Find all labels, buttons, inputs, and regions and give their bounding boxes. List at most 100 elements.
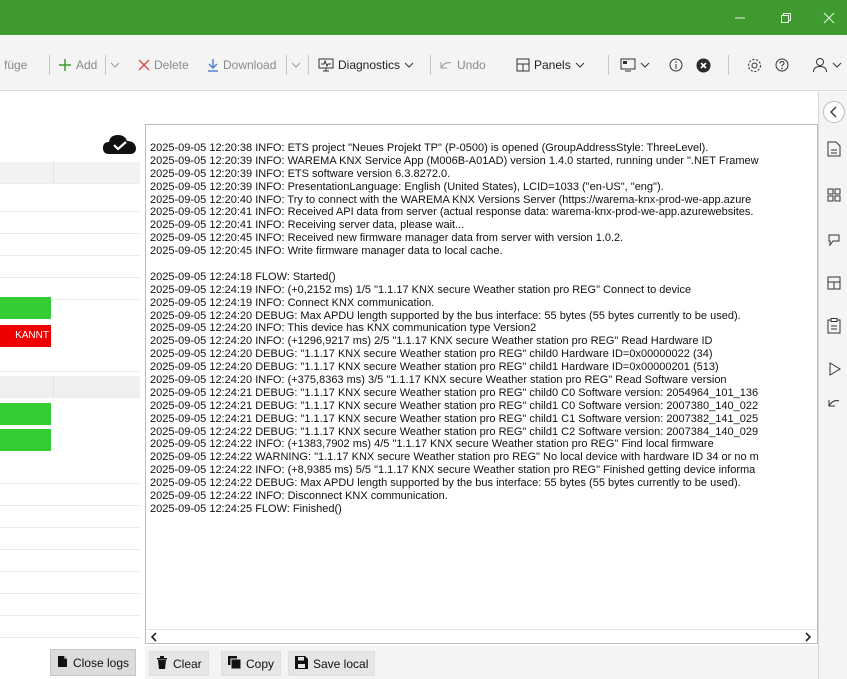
log-line: 2025-09-05 12:24:21 DEBUG: "1.1.17 KNX s… <box>150 412 759 425</box>
comment-icon <box>828 234 840 247</box>
properties-button[interactable] <box>823 138 845 160</box>
toolbar-separator <box>608 55 609 75</box>
table-row[interactable] <box>0 234 140 256</box>
download-dropdown[interactable] <box>291 55 301 75</box>
table-row[interactable] <box>0 484 140 506</box>
log-line: 2025-09-05 12:20:40 INFO: Try to connect… <box>150 193 752 206</box>
table-row[interactable] <box>0 190 140 212</box>
comments-button[interactable] <box>823 229 845 251</box>
toolbar-separator <box>430 55 431 75</box>
restore-button[interactable] <box>763 0 809 35</box>
toolbar-separator <box>105 55 106 75</box>
copy-button[interactable]: Copy <box>221 651 282 676</box>
table-row[interactable] <box>0 616 140 638</box>
download-button[interactable]: Download <box>207 55 276 75</box>
right-side-rail <box>818 92 847 679</box>
table-row[interactable] <box>0 550 140 572</box>
save-local-button[interactable]: Save local <box>288 651 376 676</box>
status-cell-ok <box>0 429 51 451</box>
panels-icon <box>827 276 841 290</box>
chevron-down-icon <box>110 60 120 70</box>
table-row[interactable] <box>0 506 140 528</box>
download-label: Download <box>223 58 277 72</box>
delete-x-icon <box>138 59 150 71</box>
log-line: 2025-09-05 12:24:25 FLOW: Finished() <box>150 502 342 515</box>
horizontal-scrollbar[interactable] <box>146 629 817 643</box>
panels-rail-button[interactable] <box>823 272 845 294</box>
help-button[interactable] <box>775 55 789 75</box>
log-line: 2025-09-05 12:20:39 INFO: WAREMA KNX Ser… <box>150 154 759 167</box>
toolbar-separator <box>728 55 729 75</box>
undo-button[interactable]: Undo <box>439 55 486 75</box>
log-line: 2025-09-05 12:24:20 DEBUG: Max APDU leng… <box>150 309 741 322</box>
help-icon <box>775 58 789 72</box>
trash-icon <box>156 655 168 672</box>
table-row[interactable] <box>0 528 140 550</box>
diagnostics-icon <box>318 58 334 72</box>
table-row[interactable] <box>0 572 140 594</box>
clear-button[interactable]: Clear <box>149 651 209 676</box>
diagnostics-label: Diagnostics <box>338 58 401 72</box>
log-line: 2025-09-05 12:20:41 INFO: Received API d… <box>150 206 754 219</box>
table-row-selected[interactable] <box>0 376 140 398</box>
undo-icon <box>828 400 840 407</box>
download-icon <box>207 58 219 72</box>
table-header-row <box>0 162 140 184</box>
close-logs-label: Close logs <box>73 655 130 670</box>
log-panel: 2025-09-05 12:20:38 INFO: ETS project "N… <box>145 124 818 644</box>
log-line: 2025-09-05 12:24:22 DEBUG: "1.1.17 KNX s… <box>150 425 759 438</box>
close-window-button[interactable] <box>806 0 847 35</box>
table-row[interactable] <box>0 256 140 278</box>
minimize-icon <box>735 17 745 18</box>
status-unknown-text: KANNT <box>15 330 49 341</box>
clipboard-button[interactable] <box>823 315 845 337</box>
table-row[interactable] <box>0 212 140 234</box>
stop-button[interactable] <box>696 55 711 75</box>
title-bar <box>0 0 847 35</box>
log-line: 2025-09-05 12:20:41 INFO: Receiving serv… <box>150 219 465 232</box>
log-output[interactable]: 2025-09-05 12:20:38 INFO: ETS project "N… <box>150 142 816 622</box>
log-line: 2025-09-05 12:20:45 INFO: Received new f… <box>150 232 624 245</box>
panels-label: Panels <box>534 58 571 72</box>
scroll-left-icon[interactable] <box>149 631 159 643</box>
add-label: Add <box>76 58 98 72</box>
log-line: 2025-09-05 12:24:22 DEBUG: Max APDU leng… <box>150 477 741 490</box>
play-button[interactable] <box>823 358 845 380</box>
chevron-left-circle-icon <box>823 101 845 123</box>
minimize-button[interactable] <box>717 0 763 35</box>
settings-button[interactable] <box>747 55 762 75</box>
undo-history-button[interactable] <box>823 392 845 414</box>
chevron-down-icon <box>291 60 301 70</box>
panels-button[interactable]: Panels <box>516 55 585 75</box>
collapse-rail-button[interactable] <box>822 100 846 124</box>
topology-button[interactable] <box>823 184 845 206</box>
close-logs-button[interactable]: Close logs <box>50 649 137 676</box>
clipboard-icon <box>827 318 841 334</box>
log-line: 2025-09-05 12:24:22 INFO: (+8,9385 ms) 5… <box>150 464 756 477</box>
table-row[interactable] <box>0 594 140 616</box>
table-row[interactable] <box>0 462 140 484</box>
log-line: 2025-09-05 12:24:20 INFO: (+375,8363 ms)… <box>150 374 727 387</box>
table-row[interactable] <box>0 350 140 372</box>
log-line: 2025-09-05 12:24:22 INFO: Disconnect KNX… <box>150 490 448 503</box>
diagnostics-button[interactable]: Diagnostics <box>318 55 414 75</box>
scroll-right-icon[interactable] <box>803 631 813 643</box>
log-line: 2025-09-05 12:24:22 WARNING: "1.1.17 KNX… <box>150 451 759 464</box>
info-button[interactable] <box>669 55 683 75</box>
add-dropdown[interactable] <box>110 55 120 75</box>
toolbar-separator <box>308 55 309 75</box>
add-button[interactable]: Add <box>58 55 97 75</box>
project-view-button[interactable] <box>620 55 650 75</box>
copy-icon <box>228 655 242 672</box>
insert-button[interactable]: füge <box>4 55 27 75</box>
delete-button[interactable]: Delete <box>138 55 189 75</box>
toolbar: füge Add Delete Download Diagnostics Und… <box>0 35 847 91</box>
log-line: 2025-09-05 12:24:20 DEBUG: "1.1.17 KNX s… <box>150 348 713 361</box>
copy-label: Copy <box>246 656 275 671</box>
user-menu-button[interactable] <box>812 55 842 75</box>
status-cell-ok <box>0 297 51 319</box>
log-line: 2025-09-05 12:24:18 FLOW: Started() <box>150 270 336 283</box>
delete-label: Delete <box>154 58 189 72</box>
insert-label: füge <box>4 58 28 72</box>
